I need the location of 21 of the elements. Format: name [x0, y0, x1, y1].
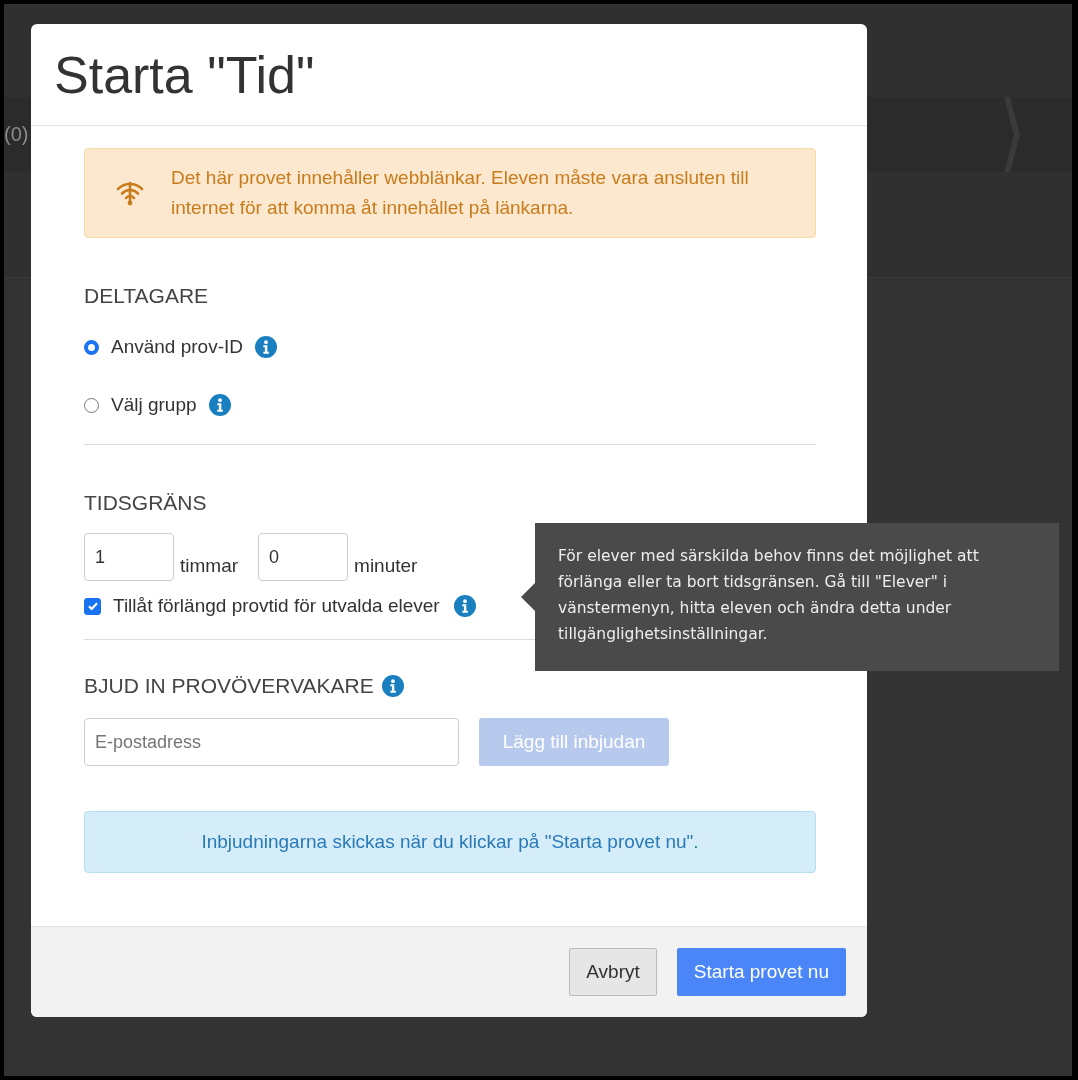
section-heading: DELTAGARE: [84, 284, 210, 308]
info-icon[interactable]: [255, 336, 277, 358]
info-icon[interactable]: [453, 595, 476, 617]
minutes-field[interactable]: 0: [258, 533, 349, 581]
radio-option[interactable]: Använd prov-ID: [84, 336, 243, 358]
background-text: (0): [4, 123, 29, 146]
section-heading: TIDSGRÄNS: [84, 491, 208, 515]
email-field[interactable]: E-postadress: [84, 718, 459, 766]
tooltip-text: För elever med särskilda behov finns det möjlighet att förlänga eller ta bort tidsgränsen. Gå till "Elever" i vänstermenyn, hitta eleven och ändra detta under tillgänglighetsinställningar.: [558, 546, 980, 645]
radio-option[interactable]: Välj grupp: [84, 394, 197, 416]
info-icon[interactable]: [208, 394, 231, 416]
info-text: Inbjudningarna skickas när du klickar på "Starta provet nu".: [201, 831, 699, 853]
warning-text: Det här provet innehåller webblänkar. Eleven måste vara ansluten till internet för att komma åt innehållet på länkarna.: [171, 166, 750, 220]
section-heading: BJUD IN PROVÖVERVAKARE: [84, 674, 374, 698]
dialog-title: Starta "Tid": [54, 44, 315, 105]
unit-label: timmar: [180, 555, 239, 578]
cancel-button[interactable]: Avbryt: [569, 948, 657, 996]
info-icon[interactable]: [381, 675, 404, 697]
hours-field[interactable]: 1: [84, 533, 174, 581]
unit-label: minuter: [354, 555, 418, 578]
checkbox-option[interactable]: Tillåt förlängd provtid för utvalda elever: [84, 595, 440, 617]
